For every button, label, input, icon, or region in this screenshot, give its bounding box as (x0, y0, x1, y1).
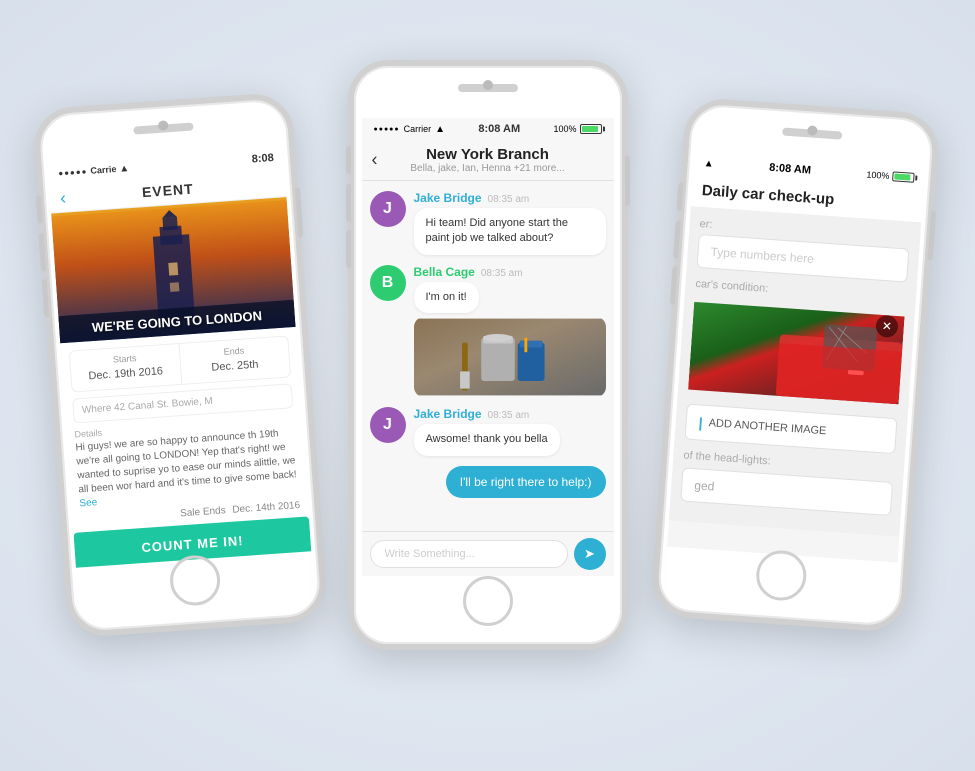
bubble-wrap-3: Jake Bridge 08:35 am Awsome! thank you b… (414, 407, 606, 455)
battery-fill-right (894, 173, 911, 180)
bubble-2: I'm on it! (414, 282, 479, 313)
signal-area: ●●●●● Carrie ▲ (58, 163, 130, 179)
mute-button-center (346, 146, 351, 174)
chat-title: New York Branch (392, 146, 584, 163)
wifi-icon-center: ▲ (435, 124, 445, 135)
battery-area-center: 100% (553, 124, 601, 134)
left-time: 8:08 (251, 152, 274, 166)
carrier-name: Carrie (90, 164, 117, 176)
chat-status-bar: ●●●●● Carrier ▲ 8:08 AM 100% (362, 118, 614, 140)
battery-area-right: 100% (866, 169, 915, 182)
volume-up-center (346, 184, 351, 222)
select-placeholder: ged (694, 478, 715, 493)
form-content: er: Type numbers here car's condition: (669, 207, 921, 536)
send-icon: ➤ (584, 546, 595, 562)
add-pipe-icon: | (698, 414, 703, 430)
chat-placeholder: Write Something... (385, 548, 475, 560)
phone-center: ●●●●● Carrier ▲ 8:08 AM 100% ‹ New York … (348, 60, 628, 650)
avatar-jake-1: J (370, 191, 406, 227)
carrier-center: Carrier (404, 124, 432, 134)
battery-percent-center: 100% (553, 124, 576, 134)
sale-ends-label: Sale Ends (180, 505, 226, 519)
ends-value: Dec. 25th (211, 359, 259, 374)
center-phone-screen: ●●●●● Carrier ▲ 8:08 AM 100% ‹ New York … (362, 118, 614, 576)
wifi-area-right: ▲ (703, 158, 714, 170)
battery-percent-right: 100% (866, 169, 890, 181)
back-button-center[interactable]: ‹ (372, 150, 378, 171)
right-time: 8:08 AM (769, 162, 812, 177)
paint-cans-svg (414, 317, 606, 397)
starts-value: Dec. 19th 2016 (88, 365, 163, 382)
avatar-jake-2: J (370, 407, 406, 443)
where-label: Where (82, 403, 112, 416)
meta-3: Jake Bridge 08:35 am (414, 407, 606, 421)
back-button-left[interactable]: ‹ (59, 187, 66, 208)
left-phone-screen: ●●●●● Carrie ▲ 8:08 ‹ EVENT (48, 146, 312, 567)
msg-time-3: 08:35 am (488, 410, 530, 421)
bubble-3: Awsome! thank you bella (414, 424, 560, 455)
phones-container: ●●●●● Carrie ▲ 8:08 ‹ EVENT (0, 0, 975, 771)
meta-2: Bella Cage 08:35 am (414, 265, 606, 279)
event-title: EVENT (141, 181, 194, 201)
camera-right (807, 125, 818, 136)
camera-left (158, 120, 169, 131)
wifi-icon-right: ▲ (703, 158, 714, 170)
battery-icon-right (892, 171, 915, 183)
chat-header: ‹ New York Branch Bella, jake, Ian, Henn… (362, 140, 614, 181)
bubble-wrap-1: Jake Bridge 08:35 am Hi team! Did anyone… (414, 191, 606, 255)
battery-icon-center (580, 124, 602, 134)
battery-fill-center (582, 126, 598, 132)
mute-button-right (676, 182, 683, 210)
message-2: B Bella Cage 08:35 am I'm on it! (370, 265, 606, 397)
wifi-icon-left: ▲ (119, 163, 130, 175)
event-hero-image: WE'RE GOING TO LONDON (51, 197, 295, 343)
details-text: Hi guys! we are so happy to announce th … (75, 426, 299, 511)
car-image-area: ✕ (688, 296, 905, 410)
chat-subtitle: Bella, jake, Ian, Henna +21 more... (392, 163, 584, 174)
msg-time-2: 08:35 am (481, 268, 523, 279)
message-self: I'll be right there to help:) (370, 466, 606, 498)
bubble-1: Hi team! Did anyone start the paint job … (414, 208, 606, 255)
sender-name-1: Jake Bridge (414, 191, 482, 205)
bubble-wrap-2: Bella Cage 08:35 am I'm on it! (414, 265, 606, 397)
msg-time-1: 08:35 am (488, 194, 530, 205)
center-time: 8:08 AM (478, 123, 520, 135)
form-title: Daily car check-up (701, 182, 913, 214)
sender-name-2: Bella Cage (414, 265, 475, 279)
sale-ends-value: Dec. 14th 2016 (232, 500, 300, 516)
event-dates: Starts Dec. 19th 2016 Ends Dec. 25th (69, 335, 291, 392)
where-value: 42 Canal St. Bowie, M (114, 396, 213, 414)
mute-button (36, 195, 43, 223)
volume-down-center (346, 230, 351, 268)
signal-dots-center: ●●●●● (374, 126, 400, 133)
car-svg (688, 296, 905, 410)
camera-center (483, 80, 493, 90)
meta-1: Jake Bridge 08:35 am (414, 191, 606, 205)
right-phone-screen: ▲ 8:08 AM 100% Daily car check-up er: Ty… (667, 151, 925, 562)
carrier-signal: ●●●●● Carrier ▲ (374, 124, 446, 135)
add-image-label: ADD ANOTHER IMAGE (708, 417, 827, 437)
numbers-placeholder: Type numbers here (710, 245, 814, 266)
phone-left: ●●●●● Carrie ▲ 8:08 ‹ EVENT (32, 92, 328, 639)
chat-messages: J Jake Bridge 08:35 am Hi team! Did anyo… (362, 181, 614, 531)
headlights-select[interactable]: ged (680, 467, 893, 516)
phone-right: ▲ 8:08 AM 100% Daily car check-up er: Ty… (650, 97, 941, 634)
chat-input-area: Write Something... ➤ (362, 531, 614, 576)
see-more-link[interactable]: See (79, 497, 98, 509)
event-details: Starts Dec. 19th 2016 Ends Dec. 25th Whe… (60, 327, 311, 568)
signal-dots: ●●●●● (58, 166, 88, 177)
add-image-button[interactable]: | ADD ANOTHER IMAGE (685, 404, 898, 455)
send-button[interactable]: ➤ (574, 538, 606, 570)
starts-col: Starts Dec. 19th 2016 (70, 344, 182, 392)
ends-label: Ends (187, 343, 280, 359)
ends-col: Ends Dec. 25th (179, 336, 290, 383)
power-button-center (625, 156, 630, 206)
chat-input-field[interactable]: Write Something... (370, 540, 568, 568)
sender-name-3: Jake Bridge (414, 407, 482, 421)
message-3: J Jake Bridge 08:35 am Awsome! thank you… (370, 407, 606, 455)
paint-image (414, 317, 606, 397)
avatar-bella: B (370, 265, 406, 301)
bubble-self: I'll be right there to help:) (446, 466, 606, 498)
message-1: J Jake Bridge 08:35 am Hi team! Did anyo… (370, 191, 606, 255)
